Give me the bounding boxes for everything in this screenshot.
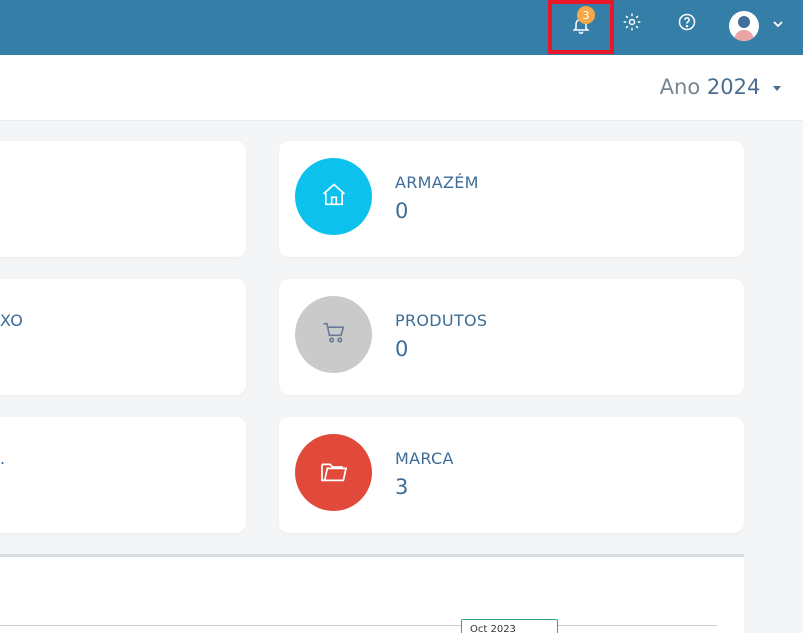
top-navbar: 3 (0, 0, 803, 55)
year-prefix: Ano (659, 75, 701, 99)
user-menu-toggle[interactable] (768, 0, 788, 48)
stat-card-armazem: ARMAZÉM 0 (279, 141, 744, 257)
stat-card-value: 0 (395, 337, 409, 361)
stat-card-left-1 (0, 141, 246, 257)
chart-tooltip: Oct 2023 (461, 619, 558, 633)
folder-icon (318, 455, 350, 491)
chart-gridline (0, 625, 717, 626)
help-button[interactable] (673, 0, 701, 48)
page-header: Ano 2024 (0, 55, 803, 121)
settings-button[interactable] (618, 0, 646, 48)
stat-card-left-2: XO (0, 279, 246, 395)
cart-icon (320, 319, 348, 351)
gear-icon (622, 12, 642, 36)
cart-icon-circle (295, 296, 372, 373)
help-icon (677, 12, 697, 36)
chart-panel: Oct 2023 (0, 554, 744, 633)
stat-card-value: 0 (395, 199, 409, 223)
warehouse-icon-circle (295, 158, 372, 235)
folder-icon-circle (295, 434, 372, 511)
year-value: 2024 (706, 75, 761, 99)
year-selector[interactable]: Ano 2024 (660, 75, 781, 99)
stat-card-title-fragment: . (0, 449, 6, 468)
notifications-button[interactable]: 3 (548, 0, 614, 54)
stat-card-value: 3 (395, 475, 409, 499)
stat-card-title: PRODUTOS (395, 311, 488, 330)
avatar[interactable] (729, 11, 759, 41)
stat-card-title: MARCA (395, 449, 454, 468)
stat-card-title-fragment: XO (0, 311, 24, 330)
chevron-down-icon (772, 15, 784, 34)
caret-down-icon (773, 85, 781, 91)
warehouse-icon (320, 181, 348, 213)
stat-card-title: ARMAZÉM (395, 173, 479, 192)
stat-card-produtos: PRODUTOS 0 (279, 279, 744, 395)
chart-tooltip-label: Oct 2023 (470, 624, 516, 633)
stat-card-marca: MARCA 3 (279, 417, 744, 533)
notification-badge: 3 (577, 6, 595, 24)
stat-card-left-3: . (0, 417, 246, 533)
